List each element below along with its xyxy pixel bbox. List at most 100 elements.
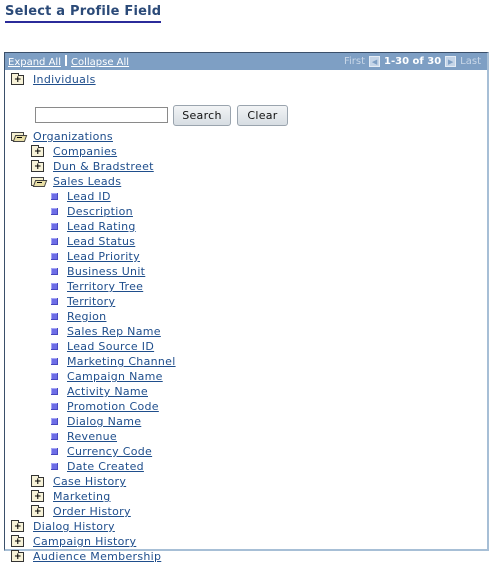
bullet-icon <box>51 433 58 440</box>
last-link[interactable]: Last <box>460 56 481 67</box>
tree-node-organizations: Organizations <box>11 129 113 144</box>
field-link[interactable]: Sales Rep Name <box>67 325 161 338</box>
field-link[interactable]: Lead Rating <box>67 220 136 233</box>
bullet-icon <box>51 448 58 455</box>
field-item: Lead ID <box>51 189 111 204</box>
node-link[interactable]: Individuals <box>33 73 96 86</box>
field-link[interactable]: Territory Tree <box>67 280 143 293</box>
bullet-icon <box>51 358 58 365</box>
node-link[interactable]: Organizations <box>33 130 113 143</box>
bullet-icon <box>51 373 58 380</box>
next-arrow-icon[interactable]: ▶ <box>445 56 457 67</box>
field-item: Date Created <box>51 459 144 474</box>
tree-node-order-history: + Order History <box>31 504 131 519</box>
field-item: Promotion Code <box>51 399 159 414</box>
tree-navbar: Expand All Collapse All First ◀ 1-30 of 3… <box>5 53 487 70</box>
tree-node-individuals: + Individuals <box>11 72 96 87</box>
field-link[interactable]: Lead Priority <box>67 250 140 263</box>
page-title: Select a Profile Field <box>5 4 162 23</box>
node-link[interactable]: Campaign History <box>33 535 136 548</box>
bullet-icon <box>51 238 58 245</box>
node-link[interactable]: Case History <box>53 475 126 488</box>
folder-closed-icon[interactable]: + <box>11 534 24 547</box>
bullet-icon <box>51 223 58 230</box>
field-link[interactable]: Lead Status <box>67 235 135 248</box>
tree-node-case-history: + Case History <box>31 474 126 489</box>
bullet-icon <box>51 298 58 305</box>
first-link[interactable]: First <box>344 56 365 67</box>
tree-node-campaign-history: + Campaign History <box>11 534 136 549</box>
field-item: Campaign Name <box>51 369 163 384</box>
folder-closed-icon[interactable]: + <box>31 504 44 517</box>
field-item: Sales Rep Name <box>51 324 161 339</box>
clear-button[interactable]: Clear <box>237 105 288 126</box>
collapse-all-link[interactable]: Collapse All <box>71 57 129 68</box>
folder-closed-icon[interactable]: + <box>31 474 44 487</box>
field-item: Business Unit <box>51 264 145 279</box>
node-link[interactable]: Sales Leads <box>53 175 121 188</box>
field-item: Marketing Channel <box>51 354 176 369</box>
tree-node-dun-bradstreet: + Dun & Bradstreet <box>31 159 154 174</box>
folder-closed-icon[interactable]: + <box>11 549 24 562</box>
folder-closed-icon[interactable]: + <box>11 72 24 85</box>
field-item: Revenue <box>51 429 117 444</box>
bullet-icon <box>51 283 58 290</box>
field-link[interactable]: Revenue <box>67 430 117 443</box>
field-link[interactable]: Lead ID <box>67 190 111 203</box>
field-item: Lead Source ID <box>51 339 154 354</box>
field-item: Lead Priority <box>51 249 140 264</box>
bullet-icon <box>51 388 58 395</box>
field-item: Lead Status <box>51 234 135 249</box>
field-item: Dialog Name <box>51 414 141 429</box>
field-link[interactable]: Business Unit <box>67 265 145 278</box>
bullet-icon <box>51 193 58 200</box>
separator <box>64 55 67 66</box>
folder-closed-icon[interactable]: + <box>11 519 24 532</box>
field-item: Region <box>51 309 106 324</box>
field-item: Lead Rating <box>51 219 136 234</box>
field-link[interactable]: Description <box>67 205 133 218</box>
tree-node-sales-leads: Sales Leads <box>31 174 121 189</box>
node-link[interactable]: Dialog History <box>33 520 115 533</box>
field-link[interactable]: Campaign Name <box>67 370 163 383</box>
bullet-icon <box>51 253 58 260</box>
field-link[interactable]: Region <box>67 310 106 323</box>
field-item: Description <box>51 204 133 219</box>
field-link[interactable]: Dialog Name <box>67 415 141 428</box>
field-link[interactable]: Promotion Code <box>67 400 159 413</box>
search-button[interactable]: Search <box>173 105 231 126</box>
folder-open-icon[interactable] <box>11 132 24 141</box>
bullet-icon <box>51 343 58 350</box>
field-link[interactable]: Date Created <box>67 460 144 473</box>
profile-field-tree-frame: Expand All Collapse All First ◀ 1-30 of 3… <box>4 52 489 563</box>
field-link[interactable]: Lead Source ID <box>67 340 154 353</box>
node-link[interactable]: Marketing <box>53 490 111 503</box>
field-item: Activity Name <box>51 384 148 399</box>
field-item: Territory Tree <box>51 279 143 294</box>
bullet-icon <box>51 403 58 410</box>
field-link[interactable]: Activity Name <box>67 385 148 398</box>
bullet-icon <box>51 268 58 275</box>
folder-open-icon[interactable] <box>31 177 44 186</box>
bullet-icon <box>51 418 58 425</box>
node-link[interactable]: Order History <box>53 505 131 518</box>
folder-closed-icon[interactable]: + <box>31 144 44 157</box>
search-input[interactable] <box>35 107 168 123</box>
folder-closed-icon[interactable]: + <box>31 489 44 502</box>
field-link[interactable]: Territory <box>67 295 115 308</box>
row-count: 1-30 of 30 <box>384 56 442 67</box>
previous-arrow-icon[interactable]: ◀ <box>369 56 381 67</box>
field-link[interactable]: Currency Code <box>67 445 152 458</box>
node-link[interactable]: Companies <box>53 145 117 158</box>
tree-node-audience-membership: + Audience Membership <box>11 549 161 564</box>
field-link[interactable]: Marketing Channel <box>67 355 176 368</box>
node-link[interactable]: Audience Membership <box>33 550 161 563</box>
tree-node-companies: + Companies <box>31 144 117 159</box>
node-link[interactable]: Dun & Bradstreet <box>53 160 154 173</box>
folder-closed-icon[interactable]: + <box>31 159 44 172</box>
bullet-icon <box>51 463 58 470</box>
tree-node-dialog-history: + Dialog History <box>11 519 115 534</box>
expand-all-link[interactable]: Expand All <box>8 57 61 68</box>
field-item: Currency Code <box>51 444 152 459</box>
tree-node-marketing: + Marketing <box>31 489 111 504</box>
